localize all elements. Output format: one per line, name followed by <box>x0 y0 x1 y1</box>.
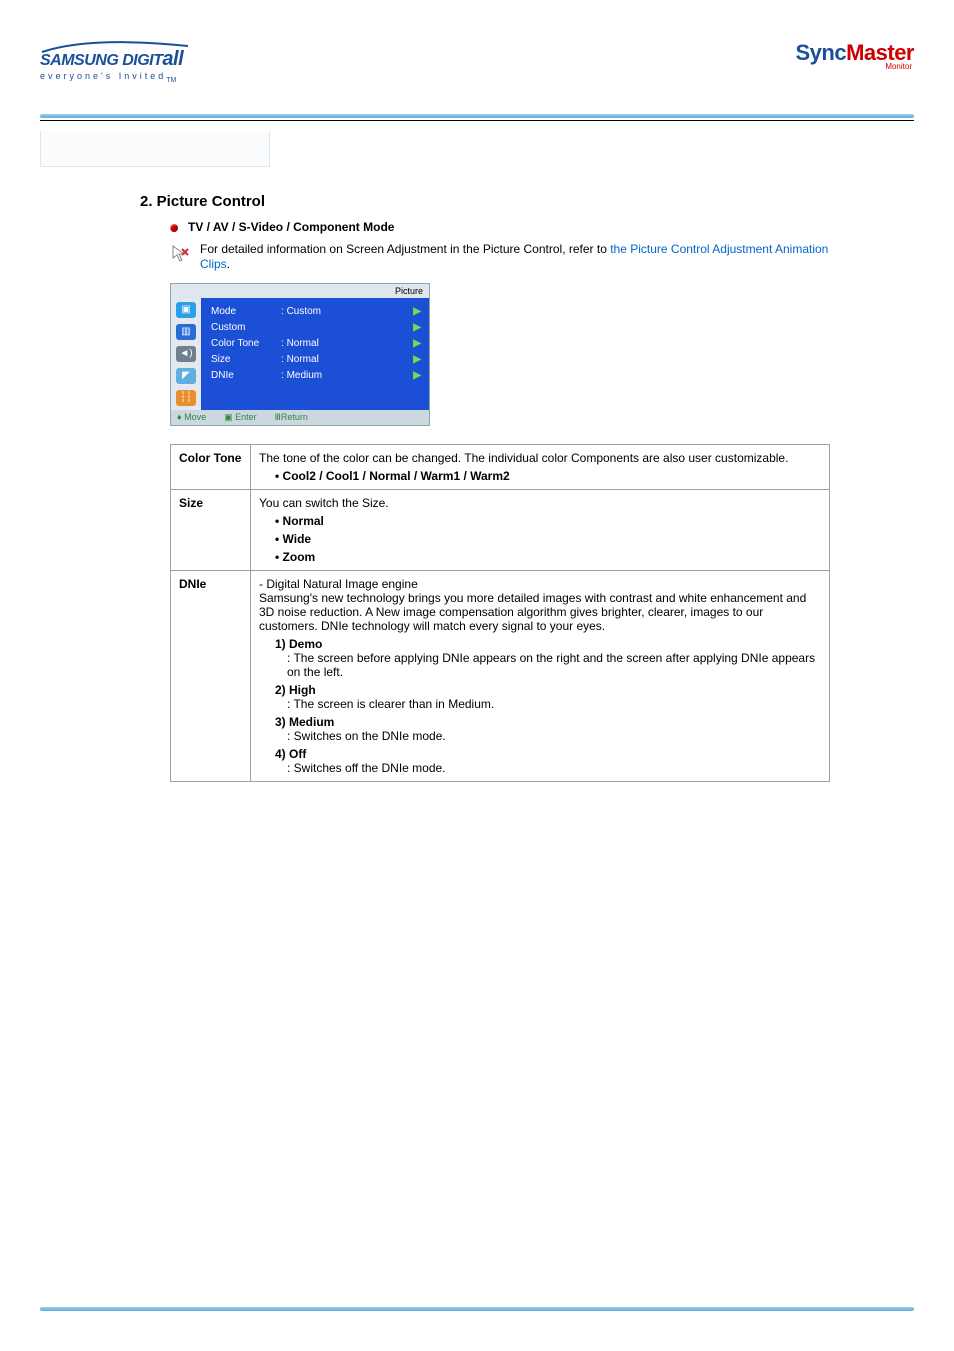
dnie-d2: : The screen is clearer than in Medium. <box>287 697 821 711</box>
dnie-h2: 2) High <box>275 683 821 697</box>
osd-foot-move: Move <box>184 412 206 422</box>
page-header: SAMSUNG DIGITall everyone's InvitedTM Sy… <box>40 40 914 84</box>
dnie-d3: : Switches on the DNIe mode. <box>287 729 821 743</box>
osd-row[interactable]: Size : Normal ▶ <box>211 352 421 368</box>
sync-text: Sync <box>795 40 846 65</box>
arrow-right-icon: ▶ <box>413 338 421 349</box>
arrow-right-icon: ▶ <box>413 306 421 317</box>
table-row: DNIe - Digital Natural Image engine Sams… <box>171 570 830 781</box>
brand-main: SAMSUNG DIGIT <box>40 52 162 70</box>
osd-row[interactable]: Mode : Custom ▶ <box>211 304 421 320</box>
dnie-h4: 4) Off <box>275 747 821 761</box>
osd-footer: ♦ Move ▣ Enter ⅢReturn <box>171 410 429 425</box>
footer-rule <box>40 1307 914 1311</box>
dnie-h1: 1) Demo <box>275 637 821 651</box>
osd-side-icon: ┆┆ <box>176 390 196 406</box>
osd-row-value: Normal <box>287 354 319 365</box>
color-tone-options: • Cool2 / Cool1 / Normal / Warm1 / Warm2 <box>275 469 821 483</box>
row-name: Size <box>171 489 251 570</box>
osd-row[interactable]: Custom : ▶ <box>211 320 421 336</box>
osd-row-label: Custom <box>211 322 281 333</box>
description-table: Color Tone The tone of the color can be … <box>170 444 830 782</box>
section-title: 2. Picture Control <box>140 193 830 210</box>
size-opt: • Wide <box>275 532 821 546</box>
bullet-icon <box>170 224 178 232</box>
row-name: DNIe <box>171 570 251 781</box>
dnie-l2: Samsung's new technology brings you more… <box>259 591 821 633</box>
osd-row-label: Mode <box>211 306 281 317</box>
osd-row[interactable]: DNIe : Medium ▶ <box>211 368 421 384</box>
osd-row-label: DNIe <box>211 370 281 381</box>
osd-row-label: Size <box>211 354 281 365</box>
color-tone-body: The tone of the color can be changed. Th… <box>259 451 821 465</box>
header-rule-thick <box>40 114 914 118</box>
osd-foot-return: Return <box>281 412 308 422</box>
osd-panel: Picture ▣ ▥ ◄) ◤ ┆┆ Mode : Custom ▶ <box>170 283 430 426</box>
dnie-d4: : Switches off the DNIe mode. <box>287 761 821 775</box>
dnie-l1: - Digital Natural Image engine <box>259 577 821 591</box>
samsung-logo: SAMSUNG DIGITall everyone's InvitedTM <box>40 40 200 84</box>
size-opt: • Normal <box>275 514 821 528</box>
osd-row-label: Color Tone <box>211 338 281 349</box>
brand-tagline: everyone's Invited <box>40 71 166 81</box>
osd-row-value: Medium <box>287 370 323 381</box>
osd-row[interactable]: Color Tone : Normal ▶ <box>211 336 421 352</box>
info-post: . <box>227 257 230 271</box>
dnie-h3: 3) Medium <box>275 715 821 729</box>
cursor-tool-icon <box>170 244 190 267</box>
osd-row-value: Normal <box>287 338 319 349</box>
row-name: Color Tone <box>171 444 251 489</box>
info-text: For detailed information on Screen Adjus… <box>200 242 830 273</box>
osd-foot-enter: Enter <box>235 412 257 422</box>
syncmaster-logo: SyncMaster Monitor <box>795 40 914 71</box>
table-row: Size You can switch the Size. • Normal •… <box>171 489 830 570</box>
info-pre: For detailed information on Screen Adjus… <box>200 242 610 256</box>
arrow-right-icon: ▶ <box>413 370 421 381</box>
osd-side-icon: ▥ <box>176 324 196 340</box>
osd-row-value: Custom <box>287 306 321 317</box>
osd-title: Picture <box>171 284 429 298</box>
osd-side-icon: ▣ <box>176 302 196 318</box>
header-band <box>40 131 270 167</box>
osd-side-icon: ◄) <box>176 346 196 362</box>
arrow-right-icon: ▶ <box>413 354 421 365</box>
trademark: TM <box>166 77 176 84</box>
header-rule-thin <box>40 120 914 121</box>
size-body: You can switch the Size. <box>259 496 821 510</box>
osd-side-icon: ◤ <box>176 368 196 384</box>
mode-line: TV / AV / S-Video / Component Mode <box>188 220 394 234</box>
osd-side-icons: ▣ ▥ ◄) ◤ ┆┆ <box>171 298 201 410</box>
table-row: Color Tone The tone of the color can be … <box>171 444 830 489</box>
dnie-d1: : The screen before applying DNIe appear… <box>287 651 821 679</box>
size-opt: • Zoom <box>275 550 821 564</box>
arrow-right-icon: ▶ <box>413 322 421 333</box>
